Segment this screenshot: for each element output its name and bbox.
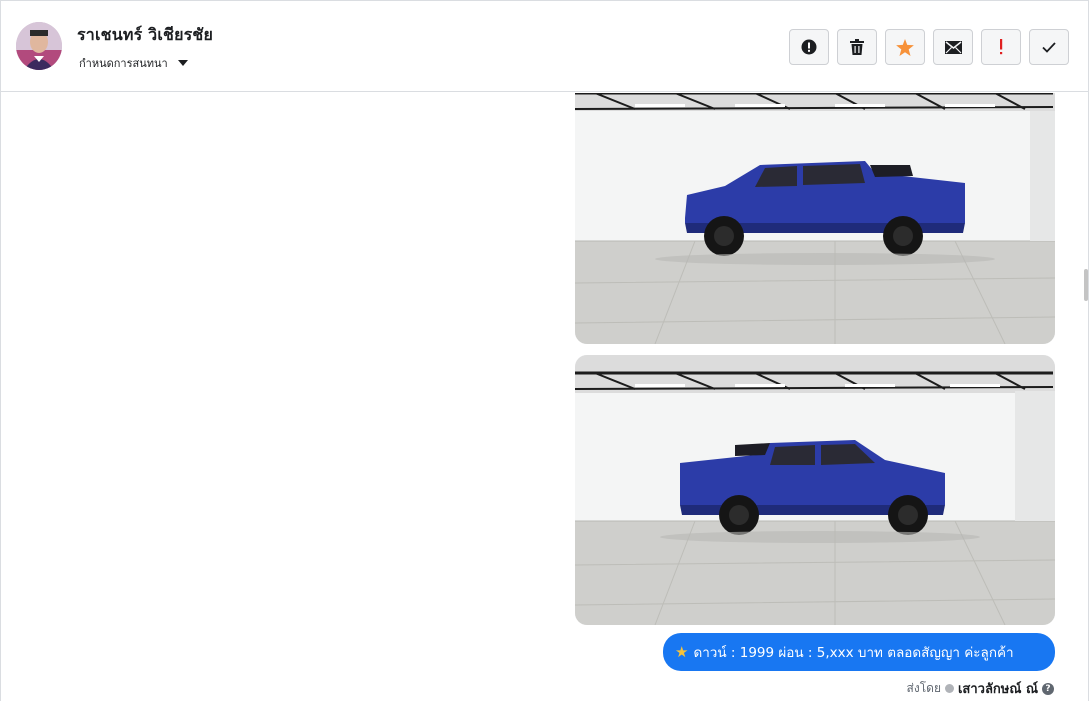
star-button[interactable] (885, 29, 925, 65)
caret-down-icon (177, 60, 188, 66)
mark-unread-button[interactable] (933, 29, 973, 65)
message-text: ดาวน์ : 1999 ผ่อน : 5,xxx บาท ตลอดสัญญา … (693, 645, 1014, 661)
toolbar (789, 29, 1069, 65)
car-photo-attachment[interactable] (575, 355, 1055, 625)
exclamation-icon (998, 39, 1004, 55)
sender-name[interactable]: เสาวลักษณ์ ณ์ (958, 678, 1038, 699)
contact-name: ราเชนทร์ วิเชียรชัย (77, 25, 214, 44)
sent-by-label: ส่งโดย (906, 681, 941, 695)
follow-up-button[interactable] (981, 29, 1021, 65)
avatar[interactable] (16, 22, 62, 70)
mark-done-button[interactable] (1029, 29, 1069, 65)
help-icon[interactable]: ? (1042, 682, 1054, 695)
mark-spam-button[interactable] (789, 29, 829, 65)
check-icon (1042, 41, 1056, 53)
conversation-header: ราเชนทร์ วิเชียรชัย กำหนดการสนทนา (1, 1, 1088, 92)
car-photo-attachment[interactable] (575, 93, 1055, 344)
delete-button[interactable] (837, 29, 877, 65)
conversation-schedule-label: กำหนดการสนทนา (79, 57, 168, 70)
conversation-schedule-dropdown[interactable]: กำหนดการสนทนา (79, 54, 188, 72)
trash-icon (850, 39, 864, 55)
mail-icon (944, 40, 962, 54)
sent-by-info: ส่งโดย เสาวลักษณ์ ณ์ ? (907, 678, 1054, 699)
star-icon (896, 38, 914, 56)
message-bubble[interactable]: ★ ดาวน์ : 1999 ผ่อน : 5,xxx บาท ตลอดสัญญ… (663, 633, 1055, 671)
scrollbar[interactable] (1084, 269, 1088, 301)
message-thread: ★ ดาวน์ : 1999 ผ่อน : 5,xxx บาท ตลอดสัญญ… (1, 93, 1088, 702)
star-emoji-icon: ★ (675, 643, 689, 661)
verified-icon (944, 684, 954, 693)
alert-circle-icon (801, 39, 817, 55)
conversation-window: ราเชนทร์ วิเชียรชัย กำหนดการสนทนา ★ ดาวน… (0, 0, 1089, 701)
